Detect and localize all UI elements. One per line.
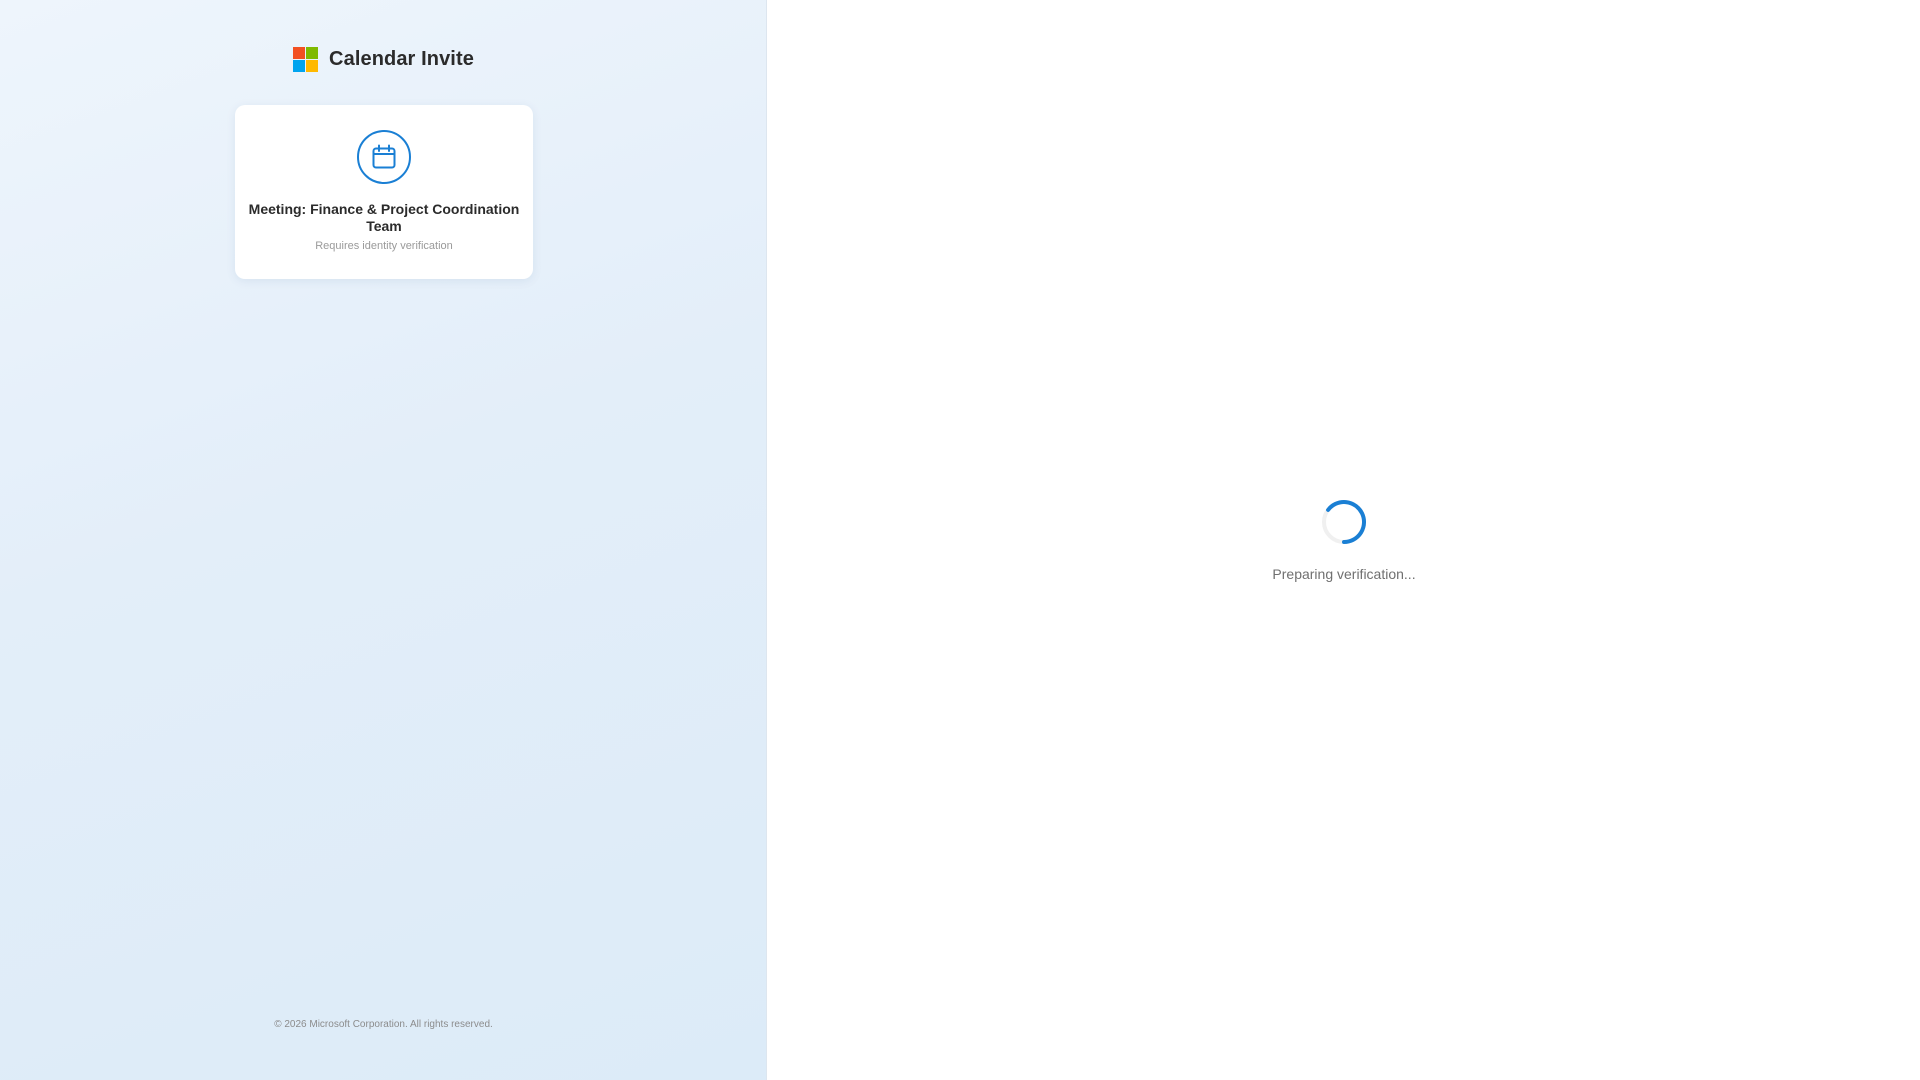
loading-spinner-icon (1320, 498, 1368, 546)
brand-header: Calendar Invite (0, 47, 767, 72)
page-layout: Calendar Invite Meeting: Finance & Proje… (0, 0, 1920, 1080)
meeting-card: Meeting: Finance & Project Coordination … (235, 105, 533, 279)
invite-panel: Calendar Invite Meeting: Finance & Proje… (0, 0, 767, 1080)
calendar-icon (357, 130, 411, 184)
verification-status: Preparing verification... (1272, 566, 1416, 582)
verification-panel: Preparing verification... (767, 0, 1920, 1080)
meeting-title: Meeting: Finance & Project Coordination … (248, 201, 520, 234)
copyright-footer: © 2026 Microsoft Corporation. All rights… (274, 1019, 493, 1030)
app-title: Calendar Invite (329, 48, 474, 70)
microsoft-logo-icon (293, 47, 319, 72)
meeting-subtitle: Requires identity verification (315, 240, 453, 252)
